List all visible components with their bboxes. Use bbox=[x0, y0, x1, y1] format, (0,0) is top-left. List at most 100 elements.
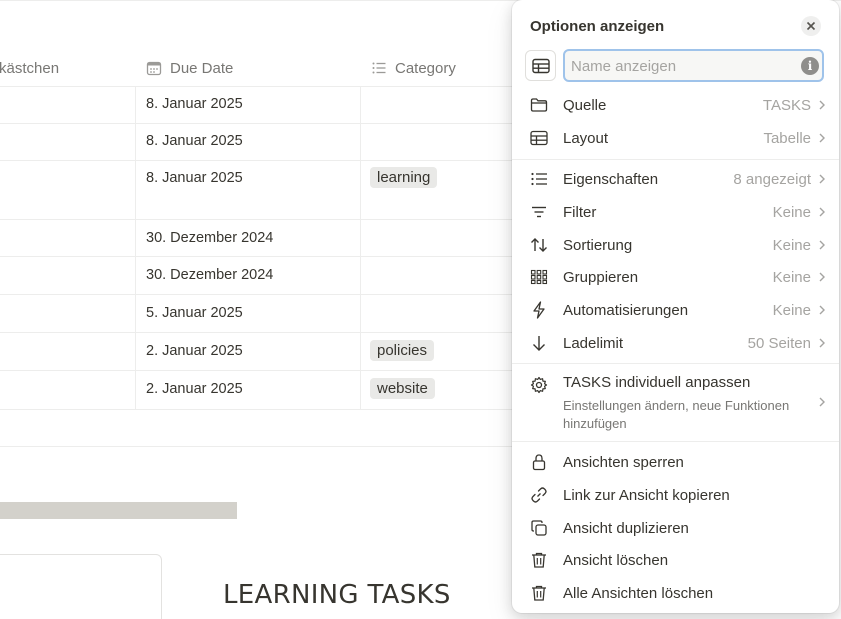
calendar-icon bbox=[146, 61, 162, 76]
menu-item-load-limit[interactable]: Ladelimit 50 Seiten bbox=[518, 327, 833, 359]
divider bbox=[512, 363, 839, 364]
menu-item-value: Keine bbox=[772, 236, 811, 254]
menu-item-layout[interactable]: Layout Tabelle bbox=[518, 122, 833, 154]
menu-item-label: TASKS individuell anpassen bbox=[563, 374, 751, 391]
menu-item-label: Ansicht duplizieren bbox=[563, 519, 689, 537]
menu-item-value: Keine bbox=[772, 301, 811, 319]
divider bbox=[512, 159, 839, 160]
row-divider bbox=[0, 409, 520, 410]
menu-item-label: Ansichten sperren bbox=[563, 453, 684, 471]
category-tag[interactable]: policies bbox=[370, 340, 435, 361]
menu-item-label: Link zur Ansicht kopieren bbox=[563, 486, 730, 504]
menu-item-customize[interactable]: TASKS individuell anpassen Einstellungen… bbox=[518, 367, 833, 435]
gear-icon bbox=[530, 376, 548, 394]
column-divider bbox=[360, 86, 361, 410]
filter-icon bbox=[532, 206, 546, 218]
column-header-category[interactable]: Category bbox=[371, 50, 456, 86]
due-date-cell[interactable]: 30. Dezember 2024 bbox=[146, 267, 273, 283]
menu-item-value: Tabelle bbox=[763, 129, 811, 147]
menu-item-value: 50 Seiten bbox=[747, 334, 811, 352]
close-button[interactable] bbox=[801, 16, 821, 36]
menu-item-label: Layout bbox=[563, 129, 609, 147]
menu-item-label: Automatisierungen bbox=[563, 301, 689, 319]
column-header-label: Due Date bbox=[170, 59, 234, 77]
view-icon-button[interactable] bbox=[525, 50, 556, 81]
menu-item-group[interactable]: Gruppieren Keine bbox=[518, 261, 833, 293]
row-divider bbox=[0, 256, 520, 257]
column-header-label: Category bbox=[395, 59, 456, 77]
chevron-right-icon bbox=[819, 133, 825, 143]
row-divider bbox=[0, 446, 520, 447]
trash-icon bbox=[532, 552, 546, 568]
menu-item-label: Ladelimit bbox=[563, 334, 624, 352]
chevron-right-icon bbox=[819, 174, 825, 184]
row-divider bbox=[0, 123, 520, 124]
category-tag[interactable]: website bbox=[370, 378, 435, 399]
menu-item-label: Sortierung bbox=[563, 236, 633, 254]
folder-icon bbox=[530, 98, 548, 112]
divider bbox=[0, 86, 520, 87]
lightning-icon bbox=[533, 301, 545, 319]
menu-item-properties[interactable]: Eigenschaften 8 angezeigt bbox=[518, 163, 833, 195]
due-date-cell[interactable]: 8. Januar 2025 bbox=[146, 96, 243, 112]
chevron-right-icon bbox=[819, 240, 825, 250]
menu-item-delete-all-views[interactable]: Alle Ansichten löschen bbox=[518, 577, 833, 609]
view-options-panel: Optionen anzeigen i Quelle TASKS Layout … bbox=[512, 0, 839, 613]
menu-item-value: TASKS bbox=[762, 96, 811, 114]
category-tag[interactable]: learning bbox=[370, 167, 438, 188]
sort-icon bbox=[531, 238, 547, 252]
menu-item-filter[interactable]: Filter Keine bbox=[518, 196, 833, 228]
progress-bar bbox=[0, 502, 237, 519]
chevron-right-icon bbox=[819, 338, 825, 348]
view-name-input[interactable] bbox=[571, 56, 791, 76]
menu-item-label: Filter bbox=[563, 203, 597, 221]
chevron-right-icon bbox=[819, 272, 825, 282]
menu-item-copy-link[interactable]: Link zur Ansicht kopieren bbox=[518, 479, 833, 511]
chevron-right-icon bbox=[819, 397, 825, 407]
panel-title: Optionen anzeigen bbox=[530, 18, 665, 35]
info-icon[interactable]: i bbox=[801, 57, 819, 75]
table-icon bbox=[531, 58, 550, 73]
menu-item-label: Ansicht löschen bbox=[563, 551, 669, 569]
due-date-cell[interactable]: 8. Januar 2025 bbox=[146, 170, 243, 186]
column-divider bbox=[135, 86, 136, 410]
due-date-cell[interactable]: 2. Januar 2025 bbox=[146, 381, 243, 397]
menu-item-sort[interactable]: Sortierung Keine bbox=[518, 229, 833, 261]
menu-item-label: Eigenschaften bbox=[563, 170, 659, 188]
menu-item-automations[interactable]: Automatisierungen Keine bbox=[518, 294, 833, 326]
menu-item-source[interactable]: Quelle TASKS bbox=[518, 89, 833, 121]
due-date-cell[interactable]: 5. Januar 2025 bbox=[146, 305, 243, 321]
section-heading: LEARNING TASKS bbox=[223, 580, 451, 610]
row-divider bbox=[0, 219, 520, 220]
due-date-cell[interactable]: 30. Dezember 2024 bbox=[146, 230, 273, 246]
row-divider bbox=[0, 294, 520, 295]
row-divider bbox=[0, 332, 520, 333]
due-date-cell[interactable]: 8. Januar 2025 bbox=[146, 133, 243, 149]
column-header-checkbox[interactable]: kästchen bbox=[0, 50, 59, 86]
menu-item-value: 8 angezeigt bbox=[733, 170, 811, 188]
menu-item-lock-views[interactable]: Ansichten sperren bbox=[518, 446, 833, 478]
chevron-right-icon bbox=[819, 100, 825, 110]
link-icon bbox=[531, 487, 547, 503]
menu-item-label: Gruppieren bbox=[563, 268, 639, 286]
column-header-label: kästchen bbox=[0, 59, 60, 77]
column-header-due-date[interactable]: Due Date bbox=[146, 50, 233, 86]
group-icon bbox=[530, 269, 548, 285]
menu-item-duplicate[interactable]: Ansicht duplizieren bbox=[518, 512, 833, 544]
chevron-right-icon bbox=[819, 207, 825, 217]
menu-item-description: Einstellungen ändern, neue Funktionen hi… bbox=[563, 398, 790, 431]
menu-item-label: Alle Ansichten löschen bbox=[563, 584, 714, 602]
gallery-card[interactable] bbox=[0, 554, 162, 619]
view-name-input-wrapper: i bbox=[563, 49, 824, 82]
row-divider bbox=[0, 370, 520, 371]
table-icon bbox=[530, 130, 548, 146]
arrow-down-icon bbox=[533, 336, 545, 351]
due-date-cell[interactable]: 2. Januar 2025 bbox=[146, 343, 243, 359]
menu-item-delete-view[interactable]: Ansicht löschen bbox=[518, 544, 833, 576]
menu-item-value: Keine bbox=[772, 203, 811, 221]
divider bbox=[512, 441, 839, 442]
trash-icon bbox=[532, 585, 546, 601]
row-divider bbox=[0, 160, 520, 161]
list-icon bbox=[372, 62, 386, 74]
duplicate-icon bbox=[531, 520, 547, 536]
